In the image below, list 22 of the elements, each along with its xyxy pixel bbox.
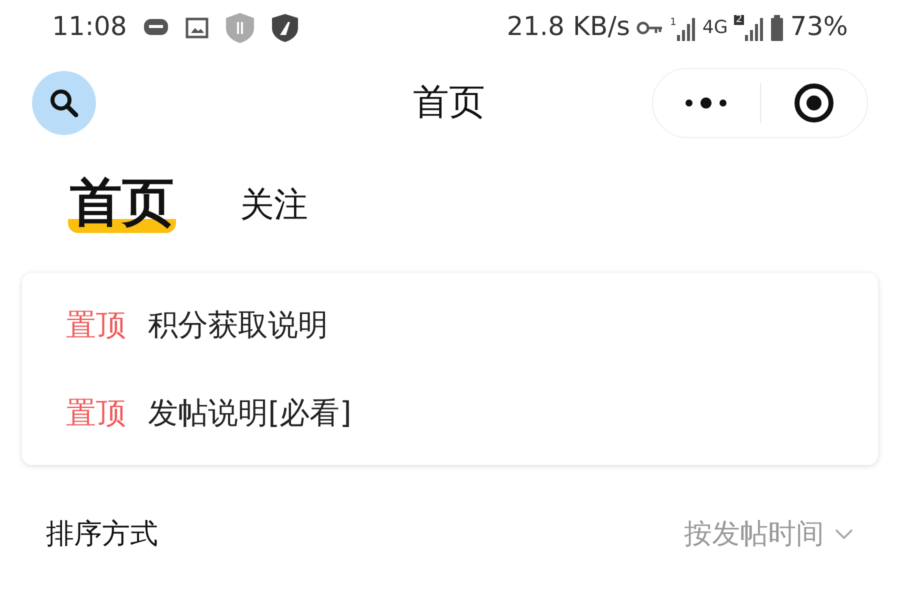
- image-icon: [184, 16, 209, 39]
- more-icon: [684, 96, 728, 109]
- status-time: 11:08: [52, 11, 127, 44]
- target-icon: [792, 82, 835, 124]
- pinned-post-link[interactable]: 积分获取说明: [148, 302, 328, 348]
- pinned-label: 置顶: [66, 394, 126, 433]
- battery-icon: [770, 14, 784, 41]
- shield-icon: [270, 12, 299, 43]
- key-icon: [636, 20, 664, 36]
- search-icon: [49, 88, 79, 118]
- pinned-post-link[interactable]: 发帖说明[必看]: [148, 390, 352, 436]
- battery-percent: 73%: [790, 11, 848, 44]
- tab[interactable]: 首页: [68, 176, 176, 233]
- network-type: 4G: [702, 16, 728, 40]
- chevron-down-icon: [834, 528, 854, 540]
- pinned-label: 置顶: [66, 306, 126, 345]
- sort-label: 排序方式: [46, 516, 158, 552]
- tab[interactable]: 关注: [240, 188, 308, 222]
- sim-label: 1: [670, 16, 676, 30]
- network-speed: 21.8 KB/s: [506, 11, 630, 44]
- page-title: 首页: [413, 80, 485, 125]
- shield-icon: [224, 12, 255, 44]
